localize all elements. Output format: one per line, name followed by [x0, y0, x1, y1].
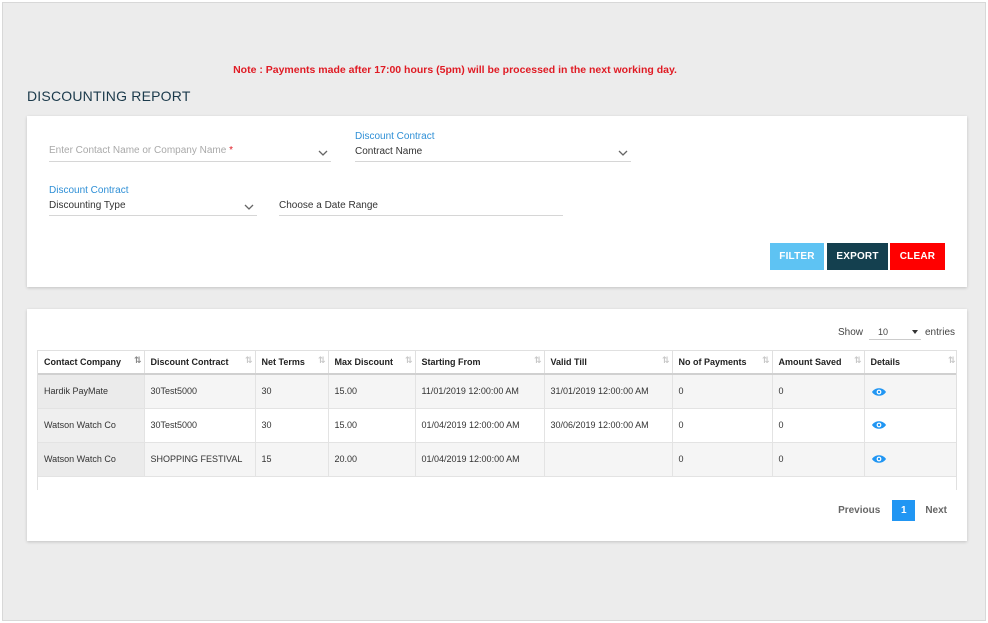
contract-name-value: Contract Name	[355, 146, 423, 157]
table-cell: 0	[772, 442, 865, 477]
table-cell: 0	[772, 374, 865, 409]
table-cell: Hardik PayMate	[38, 374, 145, 409]
sort-icon: ⇅	[761, 355, 769, 365]
sort-icon: ⇅	[853, 355, 861, 365]
sort-asc-icon: ⇅	[133, 355, 141, 365]
entries-label: entries	[924, 326, 955, 338]
details-cell	[864, 374, 956, 409]
contract-name-caption: Discount Contract	[355, 131, 435, 142]
table-row: Hardik PayMate 30Test5000 30 15.00 11/01…	[38, 374, 956, 409]
chevron-down-icon[interactable]	[317, 147, 329, 159]
sort-icon: ⇅	[947, 355, 955, 365]
table-cell: Watson Watch Co	[38, 442, 145, 477]
table-cell: 11/01/2019 12:00:00 AM	[415, 374, 545, 409]
sort-icon: ⇅	[404, 355, 412, 365]
table-header-row: Contact Company ⇅ Discount Contract ⇅ Net …	[38, 351, 956, 375]
table-cell: 0	[672, 408, 773, 443]
table-cell: 01/04/2019 12:00:00 AM	[415, 408, 545, 443]
column-header[interactable]: Net Terms ⇅	[255, 351, 329, 375]
table-cell: 0	[672, 374, 773, 409]
column-header[interactable]: Valid Till ⇅	[544, 351, 673, 375]
contact-search-placeholder: Enter Contact Name or Company Name *	[49, 145, 233, 156]
sort-icon: ⇅	[317, 355, 325, 365]
caret-down-icon	[911, 330, 918, 334]
chevron-down-icon[interactable]	[243, 201, 255, 213]
table-cell: 0	[772, 408, 865, 443]
table-cell: 30	[255, 408, 329, 443]
column-header[interactable]: Details ⇅	[864, 351, 956, 375]
entries-control: Show 10 entries	[838, 324, 955, 340]
report-table-viewport[interactable]: Contact Company ⇅ Discount Contract ⇅ Net …	[37, 350, 957, 490]
export-button[interactable]: EXPORT	[827, 243, 888, 270]
previous-page-button[interactable]: Previous	[838, 505, 880, 516]
pagination: Previous 1 Next	[838, 500, 947, 521]
details-cell	[864, 442, 956, 477]
column-header[interactable]: Discount Contract ⇅	[144, 351, 256, 375]
table-cell	[544, 442, 673, 477]
details-cell	[864, 408, 956, 443]
table-cell: 01/04/2019 12:00:00 AM	[415, 442, 545, 477]
filter-button[interactable]: FILTER	[770, 243, 824, 270]
entries-value: 10	[877, 327, 888, 337]
table-cell: 15	[255, 442, 329, 477]
table-cell: 30Test5000	[144, 374, 256, 409]
eye-icon[interactable]	[871, 387, 887, 397]
show-label: Show	[837, 326, 863, 338]
page-number-button[interactable]: 1	[892, 500, 916, 521]
column-header[interactable]: Starting From ⇅	[415, 351, 545, 375]
table-cell: 30Test5000	[144, 408, 256, 443]
date-range-field[interactable]: Choose a Date Range	[279, 200, 563, 216]
eye-icon[interactable]	[871, 420, 887, 430]
eye-icon[interactable]	[871, 454, 887, 464]
table-cell: 15.00	[328, 374, 416, 409]
contact-search-field[interactable]: Enter Contact Name or Company Name *	[49, 136, 331, 162]
page-title: DISCOUNTING REPORT	[27, 88, 191, 104]
filter-panel: Enter Contact Name or Company Name * Dis…	[27, 116, 967, 287]
discounting-type-caption: Discount Contract	[49, 185, 129, 196]
discounting-type-value: Discounting Type	[49, 200, 126, 211]
table-cell: 30/06/2019 12:00:00 AM	[544, 408, 673, 443]
contract-name-select[interactable]: Discount Contract Contract Name	[355, 131, 631, 162]
table-row: Watson Watch Co SHOPPING FESTIVAL 15 20.…	[38, 442, 956, 477]
table-cell: 15.00	[328, 408, 416, 443]
page-frame: Note : Payments made after 17:00 hours (…	[2, 2, 986, 621]
table-cell: 31/01/2019 12:00:00 AM	[544, 374, 673, 409]
column-header[interactable]: Amount Saved ⇅	[772, 351, 865, 375]
sort-icon: ⇅	[533, 355, 541, 365]
clear-button[interactable]: CLEAR	[890, 243, 945, 270]
report-table: Contact Company ⇅ Discount Contract ⇅ Net …	[38, 351, 956, 477]
column-header[interactable]: Contact Company ⇅	[38, 351, 145, 375]
table-cell: 30	[255, 374, 329, 409]
payment-note: Note : Payments made after 17:00 hours (…	[233, 64, 677, 76]
discounting-type-select[interactable]: Discount Contract Discounting Type	[49, 185, 257, 216]
table-cell: 20.00	[328, 442, 416, 477]
sort-icon: ⇅	[244, 355, 252, 365]
column-header[interactable]: No of Payments ⇅	[672, 351, 773, 375]
sort-icon: ⇅	[661, 355, 669, 365]
chevron-down-icon[interactable]	[617, 147, 629, 159]
table-cell: Watson Watch Co	[38, 408, 145, 443]
report-table-panel: Show 10 entries Contact Company ⇅ Discoun…	[27, 309, 967, 541]
date-range-value: Choose a Date Range	[279, 200, 378, 211]
column-header[interactable]: Max Discount ⇅	[328, 351, 416, 375]
table-cell: SHOPPING FESTIVAL	[144, 442, 256, 477]
table-row: Watson Watch Co 30Test5000 30 15.00 01/0…	[38, 408, 956, 443]
entries-select[interactable]: 10	[868, 324, 921, 340]
next-page-button[interactable]: Next	[925, 505, 947, 516]
table-cell: 0	[672, 442, 773, 477]
